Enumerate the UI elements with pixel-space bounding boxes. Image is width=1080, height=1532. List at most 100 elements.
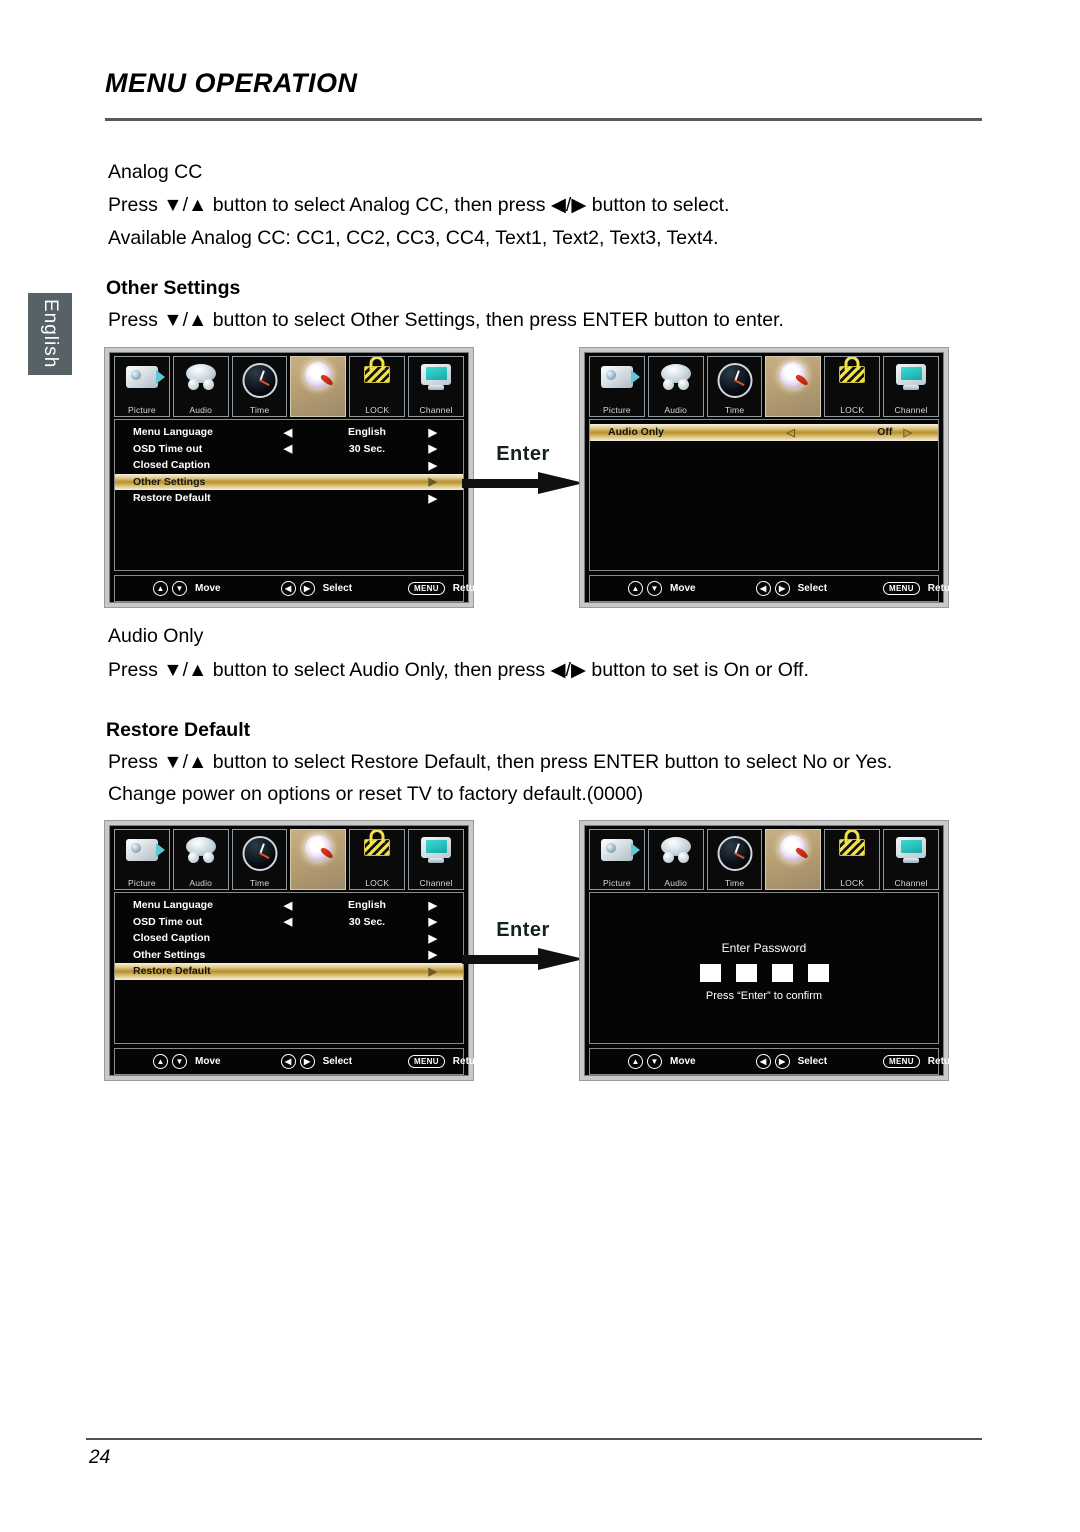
- tab-time[interactable]: Time: [706, 829, 763, 890]
- tab-channel-label: Channel: [894, 405, 928, 415]
- enter-transition-bottom: Enter: [462, 919, 584, 970]
- tab-time[interactable]: Time: [706, 356, 763, 417]
- right-arrow-icon[interactable]: ▶: [429, 426, 437, 439]
- right-arrow-icon[interactable]: ▶: [429, 459, 437, 472]
- left-arrow-icon[interactable]: ◀: [253, 442, 323, 455]
- tab-lock[interactable]: LOCK: [349, 356, 406, 417]
- tab-picture[interactable]: Picture: [114, 829, 170, 890]
- tab-lock[interactable]: LOCK: [349, 829, 406, 890]
- menu-row-value: 30 Sec.: [348, 915, 386, 928]
- down-button-icon[interactable]: ▼: [647, 581, 662, 596]
- tab-channel[interactable]: Channel: [408, 356, 464, 417]
- down-button-icon[interactable]: ▼: [172, 1054, 187, 1069]
- left-button-icon[interactable]: ◀: [280, 1054, 296, 1069]
- tab-channel[interactable]: Channel: [408, 829, 464, 890]
- tab-time[interactable]: Time: [231, 356, 288, 417]
- right-arrow-icon[interactable]: ▶: [429, 932, 437, 945]
- tab-lock[interactable]: LOCK: [824, 829, 881, 890]
- left-button-icon[interactable]: ◀: [755, 1054, 771, 1069]
- menu-button-icon[interactable]: MENU: [408, 582, 445, 595]
- right-arrow-icon[interactable]: ▶: [429, 965, 437, 978]
- menu-button-icon[interactable]: MENU: [408, 1055, 445, 1068]
- password-digit-boxes: [590, 964, 938, 982]
- menu-button-icon[interactable]: MENU: [883, 582, 920, 595]
- menu-row-label: Audio Only: [608, 426, 664, 439]
- footer-select-group: ◀ ▶ Select: [280, 1054, 352, 1069]
- menu-row[interactable]: Restore Default ▶: [115, 490, 463, 507]
- tab-audio[interactable]: Audio: [647, 829, 704, 890]
- tab-picture-label: Picture: [602, 405, 631, 415]
- right-arrow-icon[interactable]: ▶: [429, 475, 437, 488]
- tab-lock[interactable]: LOCK: [824, 356, 881, 417]
- right-button-icon[interactable]: ▶: [299, 1054, 315, 1069]
- password-digit-4[interactable]: [807, 964, 829, 982]
- menu-row-value: 30 Sec.: [348, 442, 386, 455]
- left-arrow-icon[interactable]: ◁: [743, 426, 837, 439]
- up-button-icon[interactable]: ▲: [628, 581, 643, 596]
- menu-row[interactable]: OSD Time out ◀ 30 Sec. ▶: [115, 914, 463, 931]
- menu-row-label: OSD Time out: [133, 915, 203, 928]
- restore-default-heading: Restore Default: [106, 719, 251, 741]
- left-arrow-icon[interactable]: ◀: [253, 915, 323, 928]
- tab-setup[interactable]: [765, 356, 822, 417]
- right-arrow-icon[interactable]: ▶: [429, 442, 437, 455]
- right-button-icon[interactable]: ▶: [774, 1054, 790, 1069]
- menu-row[interactable]: OSD Time out ◀ 30 Sec. ▶: [115, 441, 463, 458]
- speaker-icon: [174, 832, 228, 870]
- right-arrow-icon[interactable]: ▶: [429, 915, 437, 928]
- right-button-icon[interactable]: ▶: [774, 581, 790, 596]
- footer-select-group: ◀ ▶ Select: [755, 581, 828, 596]
- tab-channel[interactable]: Channel: [883, 829, 939, 890]
- footer-select-label: Select: [797, 583, 828, 594]
- password-title: Enter Password: [721, 941, 807, 955]
- left-button-icon[interactable]: ◀: [755, 581, 771, 596]
- tab-audio[interactable]: Audio: [172, 356, 229, 417]
- osd-menu-list: Audio Only ◁ Off ▷: [589, 419, 939, 571]
- menu-row[interactable]: Menu Language ◀ English ▶: [115, 424, 463, 441]
- menu-row-selected[interactable]: Audio Only ◁ Off ▷: [590, 424, 938, 441]
- menu-row[interactable]: Closed Caption ▶: [115, 457, 463, 474]
- up-button-icon[interactable]: ▲: [153, 1054, 168, 1069]
- menu-row[interactable]: Closed Caption ▶: [115, 930, 463, 947]
- password-digit-1[interactable]: [699, 964, 721, 982]
- up-button-icon[interactable]: ▲: [153, 581, 168, 596]
- tab-time[interactable]: Time: [231, 829, 288, 890]
- menu-row-label: Other Settings: [133, 948, 206, 961]
- down-button-icon[interactable]: ▼: [647, 1054, 662, 1069]
- tab-time-label: Time: [249, 405, 270, 415]
- tab-picture[interactable]: Picture: [589, 356, 645, 417]
- up-button-icon[interactable]: ▲: [628, 1054, 643, 1069]
- menu-row[interactable]: Menu Language ◀ English ▶: [115, 897, 463, 914]
- menu-row-selected[interactable]: Restore Default ▶: [115, 963, 463, 980]
- menu-row-label: Closed Caption: [133, 932, 211, 945]
- password-digit-2[interactable]: [735, 964, 757, 982]
- tab-channel[interactable]: Channel: [883, 356, 939, 417]
- right-arrow-icon[interactable]: ▶: [429, 899, 437, 912]
- password-digit-3[interactable]: [771, 964, 793, 982]
- tab-picture[interactable]: Picture: [589, 829, 645, 890]
- left-arrow-icon[interactable]: ◀: [253, 426, 323, 439]
- tab-setup[interactable]: [290, 829, 347, 890]
- tab-channel-label: Channel: [894, 878, 928, 888]
- tab-picture[interactable]: Picture: [114, 356, 170, 417]
- tab-lock-label: LOCK: [365, 405, 390, 415]
- right-arrow-icon[interactable]: ▶: [429, 948, 437, 961]
- tab-setup[interactable]: [290, 356, 347, 417]
- tab-audio[interactable]: Audio: [172, 829, 229, 890]
- menu-button-icon[interactable]: MENU: [883, 1055, 920, 1068]
- footer-return-label: Return: [927, 1056, 961, 1067]
- tab-setup[interactable]: [765, 829, 822, 890]
- right-arrow-icon[interactable]: ▶: [429, 492, 437, 505]
- footer-move-group: ▲ ▼ Move: [153, 1054, 221, 1069]
- left-arrow-icon[interactable]: ◀: [253, 899, 323, 912]
- footer-return-label: Return: [452, 583, 486, 594]
- menu-row-selected[interactable]: Other Settings ▶: [115, 473, 463, 490]
- down-button-icon[interactable]: ▼: [172, 581, 187, 596]
- tab-audio[interactable]: Audio: [647, 356, 704, 417]
- footer-move-label: Move: [670, 583, 696, 594]
- right-arrow-icon[interactable]: ▷: [904, 426, 912, 439]
- osd-inner: Picture Audio Time LOCK Channel: [584, 825, 960, 1076]
- right-button-icon[interactable]: ▶: [299, 581, 315, 596]
- left-button-icon[interactable]: ◀: [280, 581, 296, 596]
- menu-row[interactable]: Other Settings ▶: [115, 947, 463, 964]
